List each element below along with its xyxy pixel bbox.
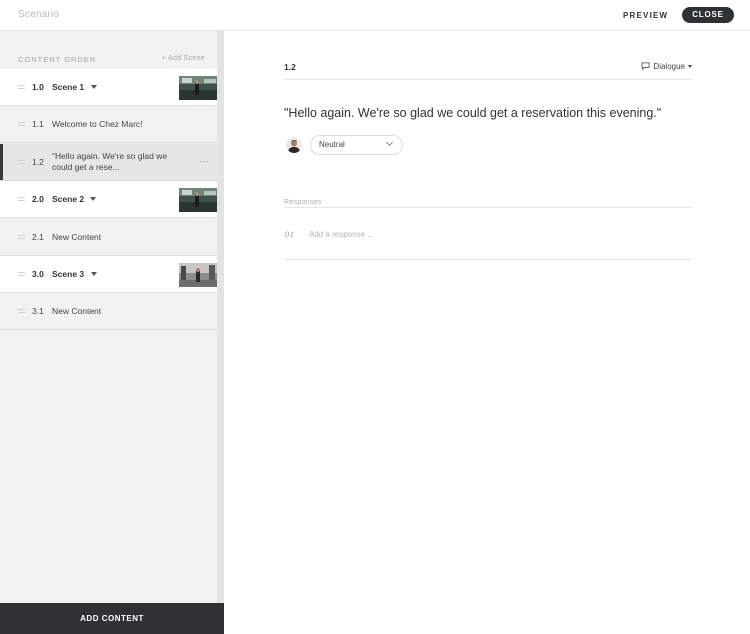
- scene-title: Scene 2: [52, 194, 85, 204]
- scene-row-3[interactable]: 3.0 Scene 3: [0, 256, 218, 293]
- content-number: 1.1: [32, 119, 44, 129]
- response-input[interactable]: [309, 227, 679, 241]
- drag-handle-icon[interactable]: [18, 235, 25, 239]
- content-order-label: CONTENT ORDER: [18, 55, 97, 64]
- scene-row-2[interactable]: 2.0 Scene 2: [0, 181, 218, 218]
- emotion-select[interactable]: Neutral: [310, 135, 403, 155]
- scene-number: 1.0: [32, 82, 44, 92]
- more-options-icon[interactable]: ...: [200, 154, 209, 164]
- content-order-sidebar: CONTENT ORDER + Add Scene 1.0 Scene 1 1.…: [0, 31, 224, 634]
- drag-handle-icon[interactable]: [18, 160, 25, 164]
- content-title: Welcome to Chez Marc!: [52, 119, 143, 129]
- add-content-button[interactable]: ADD CONTENT: [0, 603, 224, 634]
- drag-handle-icon[interactable]: [18, 122, 25, 126]
- content-type-dropdown[interactable]: Dialogue: [641, 62, 692, 71]
- scene-row-1[interactable]: 1.0 Scene 1: [0, 69, 218, 106]
- responses-header: Responses: [284, 191, 692, 208]
- dialogue-text[interactable]: "Hello again. We're so glad we could get…: [284, 106, 704, 120]
- scene-dropdown-caret-icon[interactable]: [90, 197, 96, 201]
- content-title: New Content: [52, 232, 102, 242]
- content-row-3-1[interactable]: 3.1 New Content: [0, 293, 217, 330]
- sidebar-header: CONTENT ORDER + Add Scene: [18, 55, 208, 67]
- content-title: New Content: [52, 306, 102, 316]
- emotion-value: Neutral: [319, 140, 345, 149]
- content-type-label: Dialogue: [653, 62, 685, 71]
- scene-dropdown-caret-icon[interactable]: [91, 85, 97, 89]
- content-number: 3.1: [32, 306, 44, 316]
- scene-thumbnail: [179, 263, 218, 287]
- content-number: 1.2: [32, 157, 44, 167]
- drag-handle-icon[interactable]: [18, 85, 25, 89]
- responses-label: Responses: [284, 199, 322, 206]
- speech-bubble-icon: [641, 62, 650, 70]
- content-id: 1.2: [284, 62, 296, 72]
- content-row-1-2[interactable]: 1.2 "Hello again. We're so glad we could…: [0, 144, 217, 181]
- content-header: 1.2 Dialogue: [284, 59, 692, 80]
- scene-number: 3.0: [32, 269, 44, 279]
- chevron-down-icon: [688, 65, 692, 68]
- scene-thumbnail: [179, 76, 218, 100]
- content-title: "Hello again. We're so glad we could get…: [52, 151, 168, 172]
- scene-number: 2.0: [32, 194, 44, 204]
- chevron-down-icon: [385, 138, 394, 147]
- scene-title: Scene 1: [52, 82, 85, 92]
- content-editor: 1.2 Dialogue "Hello again. We're so glad…: [224, 31, 750, 634]
- top-bar: Scenario PREVIEW CLOSE: [0, 0, 750, 31]
- content-row-2-1[interactable]: 2.1 New Content: [0, 219, 217, 256]
- drag-handle-icon[interactable]: [18, 309, 25, 313]
- character-avatar[interactable]: [286, 137, 302, 153]
- drag-handle-icon[interactable]: [18, 272, 25, 276]
- scene-title: Scene 3: [52, 269, 85, 279]
- drag-handle-icon[interactable]: [18, 197, 25, 201]
- content-row-1-1[interactable]: 1.1 Welcome to Chez Marc!: [0, 106, 217, 143]
- sidebar-scrollbar[interactable]: [217, 31, 224, 603]
- response-index: 01: [285, 229, 295, 239]
- response-row: 01: [284, 220, 692, 260]
- app-title: Scenario: [18, 9, 60, 20]
- scene-thumbnail: [179, 188, 218, 212]
- scene-dropdown-caret-icon[interactable]: [91, 272, 97, 276]
- content-number: 2.1: [32, 232, 44, 242]
- preview-button[interactable]: PREVIEW: [623, 11, 668, 20]
- close-button[interactable]: CLOSE: [682, 7, 734, 23]
- add-scene-button[interactable]: + Add Scene: [162, 55, 205, 62]
